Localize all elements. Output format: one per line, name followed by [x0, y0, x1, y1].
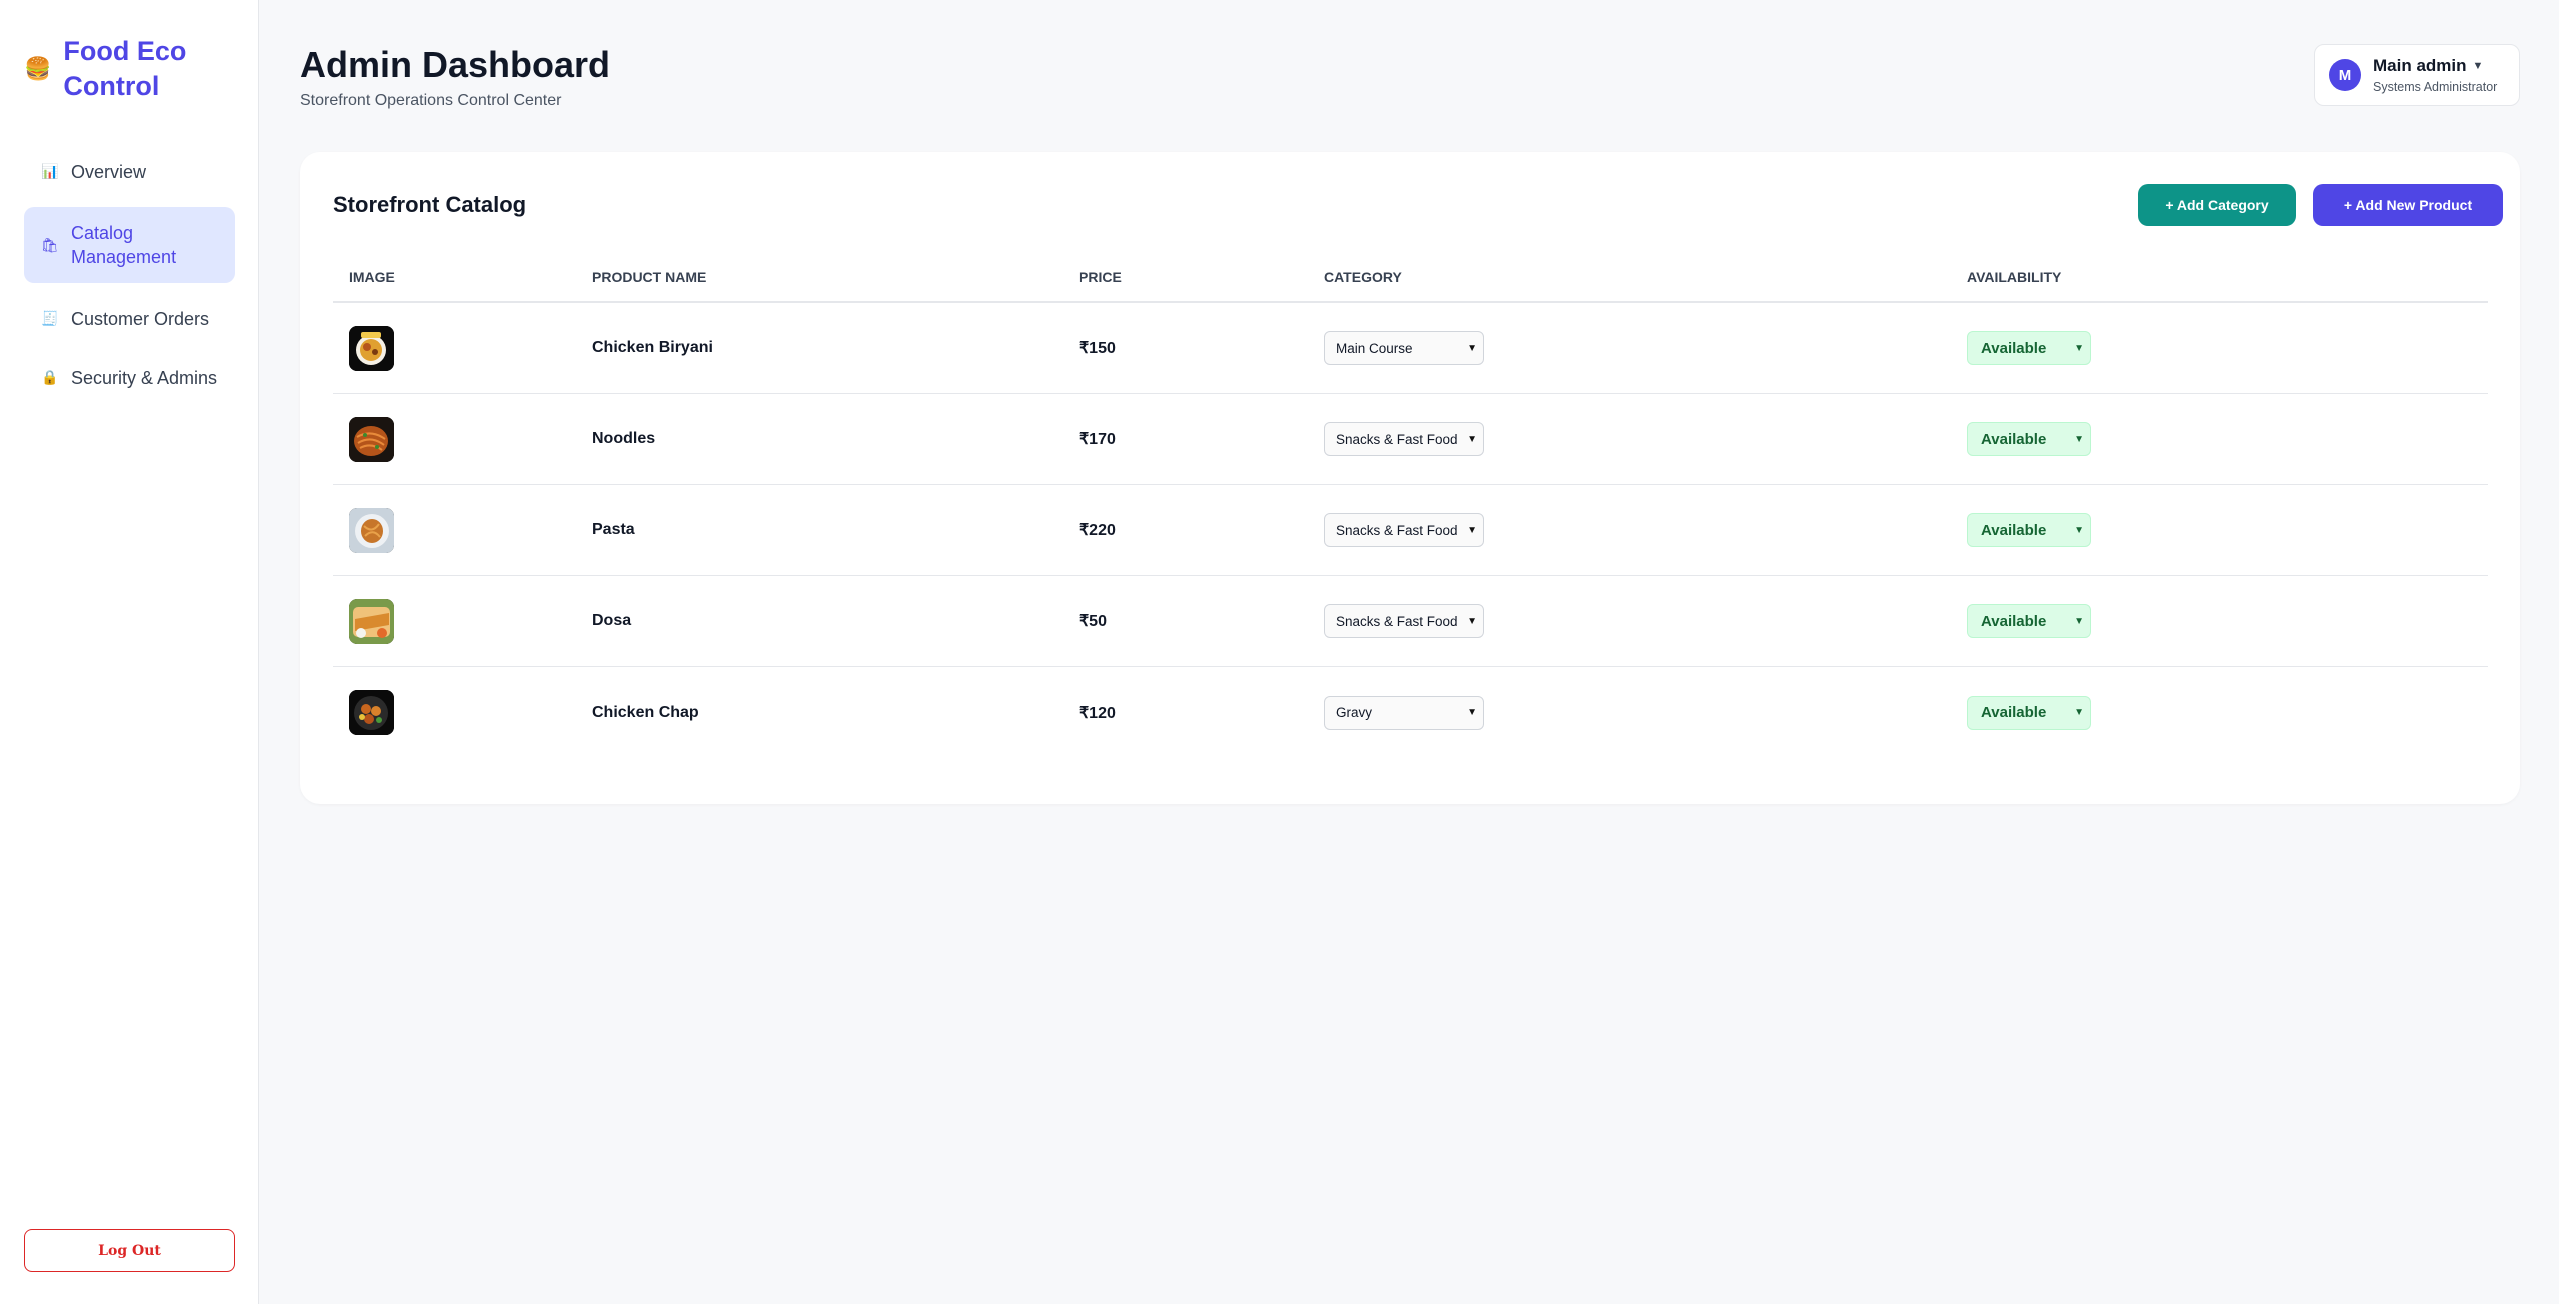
- column-header-image: IMAGE: [349, 268, 395, 285]
- catalog-table: IMAGE PRODUCT NAME PRICE CATEGORY AVAILA…: [333, 252, 2488, 758]
- brand-title: Food Eco Control: [63, 36, 187, 101]
- chevron-down-icon: ▼: [1467, 433, 1477, 445]
- chevron-down-icon: ▼: [1467, 615, 1477, 627]
- product-name: Pasta: [592, 521, 635, 538]
- sidebar-item-label: Catalog Management: [71, 223, 177, 267]
- sidebar-item-customer-orders[interactable]: 🧾 Customer Orders: [24, 295, 235, 342]
- user-info: Main admin ▼ Systems Administrator: [2373, 56, 2497, 94]
- receipt-icon: 🧾: [41, 310, 59, 326]
- category-select-value: Snacks & Fast Food: [1336, 613, 1458, 629]
- category-select-value: Snacks & Fast Food: [1336, 431, 1458, 447]
- availability-select[interactable]: Available ▼: [1967, 422, 2091, 456]
- category-select-value: Gravy: [1336, 705, 1373, 720]
- table-row: Noodles ₹170 Snacks & Fast Food ▼ Availa…: [333, 394, 2488, 485]
- logout-button[interactable]: Log Out: [24, 1229, 235, 1272]
- availability-select-value: Available: [1981, 339, 2047, 357]
- availability-select-value: Available: [1981, 704, 2047, 721]
- column-header-price: PRICE: [1079, 268, 1122, 285]
- brand[interactable]: 🍔 Food Eco Control: [24, 34, 223, 104]
- product-image: [349, 507, 394, 553]
- column-header-product-name: PRODUCT NAME: [592, 268, 707, 285]
- product-price: ₹50: [1079, 613, 1107, 630]
- product-price: ₹120: [1079, 704, 1116, 722]
- product-name: Chicken Chap: [592, 703, 699, 721]
- user-name: Main admin: [2373, 56, 2467, 75]
- chevron-down-icon: ▼: [1467, 707, 1477, 718]
- table-row: Dosa ₹50 Snacks & Fast Food ▼ Available …: [333, 576, 2488, 667]
- product-image: [349, 598, 394, 644]
- category-select[interactable]: Snacks & Fast Food ▼: [1324, 604, 1484, 638]
- page-subtitle: Storefront Operations Control Center: [300, 92, 562, 109]
- product-price: ₹220: [1079, 522, 1116, 539]
- product-name: Noodles: [592, 430, 656, 447]
- product-image: [349, 325, 394, 371]
- sidebar-item-overview[interactable]: 📊 Overview: [24, 148, 235, 195]
- availability-select[interactable]: Available ▼: [1967, 695, 2091, 730]
- page-header: Admin Dashboard Storefront Operations Co…: [300, 44, 610, 110]
- product-name: Chicken Biryani: [592, 339, 713, 356]
- availability-select[interactable]: Available ▼: [1967, 331, 2091, 365]
- chevron-down-icon: ▼: [1467, 524, 1477, 536]
- chevron-down-icon: ▼: [2074, 524, 2084, 536]
- product-image: [349, 690, 394, 735]
- product-image: [349, 416, 394, 462]
- shopping-bags-icon: 🛍: [41, 236, 59, 253]
- category-select-value: Main Course: [1336, 340, 1413, 356]
- sidebar-item-catalog-management[interactable]: 🛍 Catalog Management: [24, 207, 235, 283]
- chevron-down-icon: ▼: [2074, 707, 2084, 718]
- category-select[interactable]: Snacks & Fast Food ▼: [1324, 513, 1484, 547]
- category-select[interactable]: Snacks & Fast Food ▼: [1324, 422, 1484, 456]
- availability-select-value: Available: [1981, 612, 2047, 630]
- sidebar-item-label: Security & Admins: [71, 367, 218, 388]
- caret-down-icon: ▼: [2472, 60, 2484, 72]
- product-name: Dosa: [592, 612, 632, 629]
- product-price: ₹170: [1079, 431, 1116, 448]
- availability-select-value: Available: [1981, 521, 2047, 539]
- chevron-down-icon: ▼: [2074, 433, 2084, 445]
- table-row: Chicken Chap ₹120 Gravy ▼ Available ▼: [333, 667, 2488, 758]
- user-name-row: Main admin ▼: [2373, 56, 2497, 76]
- catalog-title: Storefront Catalog: [333, 192, 527, 217]
- availability-select-value: Available: [1981, 430, 2047, 448]
- sidebar-item-label: Overview: [71, 161, 147, 182]
- category-select[interactable]: Main Course ▼: [1324, 331, 1484, 365]
- user-role: Systems Administrator: [2373, 80, 2498, 94]
- lock-icon: 🔒: [41, 369, 59, 385]
- sidebar: 🍔 Food Eco Control 📊 Overview 🛍 Catalog …: [0, 0, 259, 1304]
- chevron-down-icon: ▼: [2074, 615, 2084, 627]
- product-price: ₹150: [1079, 340, 1116, 357]
- table-row: Chicken Biryani ₹150 Main Course ▼ Avail…: [333, 303, 2488, 394]
- column-header-category: CATEGORY: [1324, 268, 1402, 285]
- availability-select[interactable]: Available ▼: [1967, 604, 2091, 638]
- sidebar-nav: 📊 Overview 🛍 Catalog Management 🧾 Custom…: [24, 148, 235, 413]
- category-select[interactable]: Gravy ▼: [1324, 695, 1484, 730]
- sidebar-item-label: Customer Orders: [71, 308, 210, 329]
- add-category-button[interactable]: + Add Category: [2138, 184, 2296, 226]
- table-row: Pasta ₹220 Snacks & Fast Food ▼ Availabl…: [333, 485, 2488, 576]
- burger-icon: 🍔: [24, 56, 52, 81]
- chevron-down-icon: ▼: [1467, 342, 1477, 354]
- column-header-availability: AVAILABILITY: [1967, 268, 2062, 285]
- table-header: IMAGE PRODUCT NAME PRICE CATEGORY AVAILA…: [333, 252, 2488, 303]
- add-product-button[interactable]: + Add New Product: [2313, 184, 2503, 226]
- catalog-card: Storefront Catalog + Add Category + Add …: [300, 152, 2520, 804]
- sidebar-item-security-admins[interactable]: 🔒 Security & Admins: [24, 354, 235, 401]
- page-title: Admin Dashboard: [300, 44, 611, 85]
- avatar: M: [2329, 59, 2361, 91]
- user-menu[interactable]: M Main admin ▼ Systems Administrator: [2314, 44, 2520, 106]
- bar-chart-icon: 📊: [41, 163, 59, 179]
- category-select-value: Snacks & Fast Food: [1336, 522, 1458, 538]
- availability-select[interactable]: Available ▼: [1967, 513, 2091, 547]
- chevron-down-icon: ▼: [2074, 342, 2084, 354]
